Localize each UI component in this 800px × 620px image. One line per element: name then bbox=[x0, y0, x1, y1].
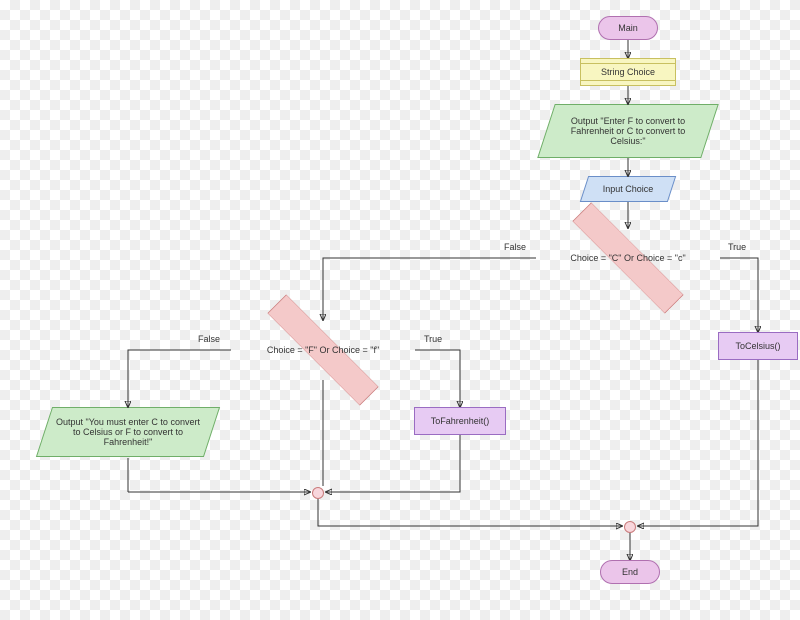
node-input-choice[interactable]: Input Choice bbox=[584, 176, 672, 202]
label-d1-false: False bbox=[504, 242, 526, 252]
merge-inner bbox=[312, 487, 324, 499]
node-to-fahrenheit[interactable]: ToFahrenheit() bbox=[414, 407, 506, 435]
decision-fahrenheit[interactable]: Choice = "F" Or Choice = "f" bbox=[231, 310, 415, 390]
node-output-prompt-text: Output "Enter F to convert to Fahrenheit… bbox=[558, 116, 698, 146]
label-d2-false: False bbox=[198, 334, 220, 344]
node-main[interactable]: Main bbox=[598, 16, 658, 40]
label-d1-true: True bbox=[728, 242, 746, 252]
node-input-choice-text: Input Choice bbox=[603, 184, 654, 194]
node-end[interactable]: End bbox=[600, 560, 660, 584]
node-declare-choice[interactable]: String Choice bbox=[580, 58, 676, 86]
node-output-prompt[interactable]: Output "Enter F to convert to Fahrenheit… bbox=[546, 104, 710, 158]
merge-outer bbox=[624, 521, 636, 533]
node-to-celsius[interactable]: ToCelsius() bbox=[718, 332, 798, 360]
node-output-error-text: Output "You must enter C to convert to C… bbox=[56, 417, 200, 447]
decision-celsius[interactable]: Choice = "C" Or Choice = "c" bbox=[536, 218, 720, 298]
node-output-error[interactable]: Output "You must enter C to convert to C… bbox=[44, 407, 212, 457]
label-d2-true: True bbox=[424, 334, 442, 344]
